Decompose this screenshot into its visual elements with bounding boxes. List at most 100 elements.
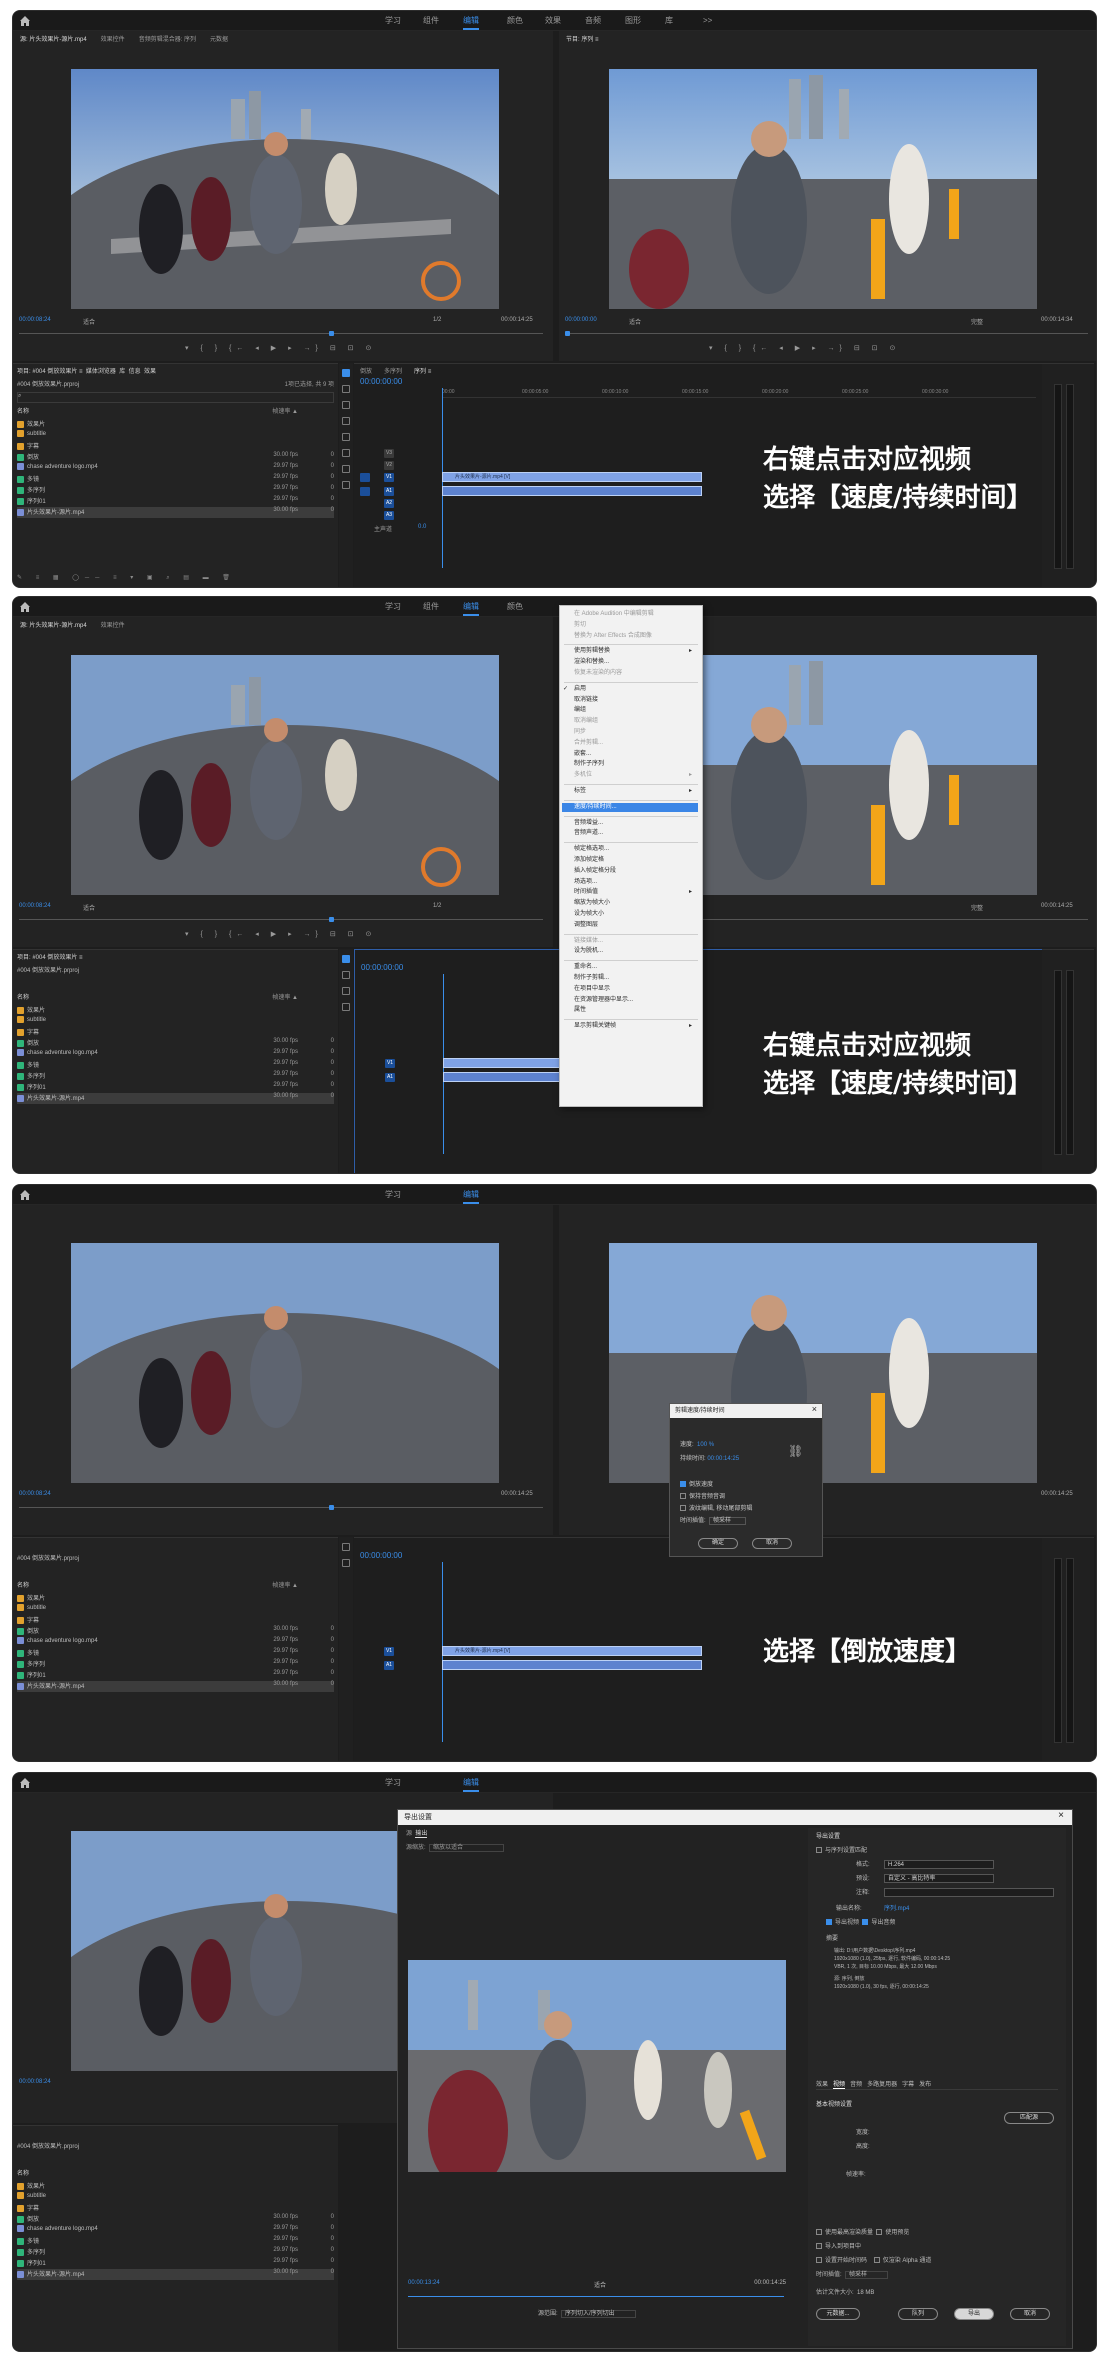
source-range-select[interactable]: 序列切入/序列切出: [561, 2310, 636, 2318]
project-list-item[interactable]: chase adventure logo.mp4 29.97 fps 0: [17, 1637, 334, 1648]
home-icon[interactable]: [19, 1189, 31, 1201]
col-frame-rate[interactable]: 帧速率 ▲: [272, 406, 298, 415]
format-select[interactable]: H.264: [884, 1860, 994, 1869]
tab-source[interactable]: 源: 片头效果片-源片.mp4: [13, 31, 94, 44]
source-ratio-select[interactable]: 1/2: [433, 317, 441, 323]
menu-item[interactable]: 取消链接: [574, 696, 698, 705]
menu-item[interactable]: 链接媒体...: [574, 937, 698, 946]
project-list-item[interactable]: chase adventure logo.mp4 29.97 fps 0: [17, 463, 334, 474]
menu-item[interactable]: 编组: [574, 706, 698, 715]
tab-info[interactable]: 信息: [129, 369, 141, 375]
col-name[interactable]: 名称: [17, 1583, 29, 1589]
tab-effects[interactable]: 效果: [816, 2082, 828, 2088]
match-sequence-checkbox[interactable]: [816, 1847, 822, 1854]
source-ratio-select[interactable]: 1/2: [433, 903, 441, 909]
reverse-speed-checkbox[interactable]: [680, 1481, 686, 1488]
source-fit-select[interactable]: 适合: [83, 903, 95, 912]
ws-tab-audio[interactable]: 音频: [585, 11, 601, 31]
ripple-edit-tool-icon[interactable]: [342, 401, 350, 409]
selection-tool-icon[interactable]: [342, 1543, 350, 1551]
tab-program[interactable]: 节目: 序列 ≡: [559, 31, 606, 44]
project-list-item[interactable]: subtitle: [17, 2192, 334, 2203]
track-v2-label[interactable]: V2: [384, 461, 394, 470]
speed-input[interactable]: 100 %: [697, 1442, 714, 1448]
tab-project[interactable]: 项目: #004 倒放效果片 ≡: [17, 369, 83, 375]
export-video-checkbox[interactable]: [826, 1919, 832, 1926]
menu-item[interactable]: 在 Adobe Audition 中编辑剪辑: [574, 610, 698, 619]
project-list-item[interactable]: 字幕: [17, 1027, 334, 1038]
project-list-item[interactable]: 序列01 29.97 fps 0: [17, 496, 334, 507]
pen-tool-icon[interactable]: [342, 449, 350, 457]
project-list-item[interactable]: 片头效果片-源片.mp4 30.00 fps 0: [17, 1093, 334, 1104]
ok-button[interactable]: 确定: [698, 1538, 738, 1549]
ws-tab-color[interactable]: 颜色: [507, 597, 523, 617]
menu-item[interactable]: 替换为 After Effects 合成图像: [574, 632, 698, 641]
project-list-item[interactable]: 倒放 30.00 fps 0: [17, 1626, 334, 1637]
menu-item[interactable]: 音频增益...: [574, 819, 698, 828]
program-fit-select[interactable]: 适合: [629, 317, 641, 326]
project-list-item[interactable]: chase adventure logo.mp4 29.97 fps 0: [17, 2225, 334, 2236]
project-list-item[interactable]: 字幕: [17, 2203, 334, 2214]
col-frame-rate[interactable]: 帧速率 ▲: [272, 992, 298, 1001]
hand-tool-icon[interactable]: [342, 465, 350, 473]
track-v1-label[interactable]: V1: [385, 1059, 395, 1068]
home-icon[interactable]: [19, 15, 31, 27]
max-render-quality-checkbox[interactable]: [816, 2229, 822, 2236]
project-list-item[interactable]: 片头效果片-源片.mp4 30.00 fps 0: [17, 1681, 334, 1692]
ws-tab-effects[interactable]: 效果: [545, 11, 561, 31]
col-name[interactable]: 名称: [17, 409, 29, 415]
menu-item[interactable]: 重命名...: [574, 963, 698, 972]
program-tc-in[interactable]: 00:00:00:00: [565, 317, 597, 323]
track-a1-label[interactable]: A1: [384, 1661, 394, 1670]
track-a1-label[interactable]: A1: [385, 1073, 395, 1082]
selection-tool-icon[interactable]: [342, 955, 350, 963]
ws-tab-learn[interactable]: 学习: [385, 1185, 401, 1205]
menu-item[interactable]: 设为帧大小: [574, 910, 698, 919]
import-project-row[interactable]: 导入到项目中: [816, 2242, 1058, 2252]
project-list-item[interactable]: 序列01 29.97 fps 0: [17, 1670, 334, 1681]
project-list-item[interactable]: 字幕: [17, 1615, 334, 1626]
ws-more-button[interactable]: >>: [703, 11, 712, 31]
tab-audio-mixer[interactable]: 音频剪辑混合器: 序列: [132, 31, 203, 44]
project-list-item[interactable]: 效果片: [17, 1593, 334, 1604]
comment-input[interactable]: [884, 1888, 1054, 1897]
ws-tab-graphics[interactable]: 图形: [625, 11, 641, 31]
tab-seq-main[interactable]: 序列 ≡: [408, 364, 437, 377]
razor-tool-icon[interactable]: [342, 987, 350, 995]
program-transport-controls[interactable]: ▾ { } {← ◂ ▶ ▸ →} ⊟ ⊡ ⊙: [709, 344, 900, 354]
source-tc-in[interactable]: 00:00:08:24: [19, 2079, 51, 2085]
project-list-item[interactable]: 多序列 29.97 fps 0: [17, 1659, 334, 1670]
preset-select[interactable]: 自定义 - 高比特率: [884, 1874, 994, 1883]
project-list-item[interactable]: chase adventure logo.mp4 29.97 fps 0: [17, 1049, 334, 1060]
track-v1-label[interactable]: V1: [384, 1647, 394, 1656]
project-list-item[interactable]: 多镜 29.97 fps 0: [17, 1648, 334, 1659]
menu-item[interactable]: 多机位 ▸: [574, 771, 698, 780]
track-select-tool-icon[interactable]: [342, 385, 350, 393]
menu-item[interactable]: 音频声道...: [574, 829, 698, 838]
cancel-button[interactable]: 取消: [1010, 2308, 1050, 2320]
menu-item[interactable]: 场选项...: [574, 878, 698, 887]
source-fit-select[interactable]: 适合: [83, 317, 95, 326]
track-a2-label[interactable]: A2: [384, 499, 394, 508]
tab-video[interactable]: 视频: [833, 2082, 846, 2089]
ws-tab-editing[interactable]: 编辑: [463, 1773, 479, 1793]
export-scrub-bar[interactable]: [408, 2296, 784, 2297]
ripple-edit-tool-icon[interactable]: [342, 971, 350, 979]
output-name-link[interactable]: 序列.mp4: [884, 1904, 909, 1914]
export-button[interactable]: 导出: [954, 2308, 994, 2320]
menu-item[interactable]: 合并剪辑...: [574, 739, 698, 748]
source-tc-in[interactable]: 00:00:08:24: [19, 1491, 51, 1497]
tab-effect-controls[interactable]: 效果控件: [94, 617, 132, 630]
project-list-item[interactable]: 片头效果片-源片.mp4 30.00 fps 0: [17, 2269, 334, 2280]
audio-clip[interactable]: [442, 1660, 702, 1670]
timeline-timecode[interactable]: 00:00:00:00: [360, 1551, 402, 1560]
video-clip[interactable]: 片头效果片-源片.mp4 [V]: [442, 472, 702, 482]
tab-media-browser[interactable]: 媒体浏览器: [86, 369, 116, 375]
project-list-item[interactable]: 效果片: [17, 2181, 334, 2192]
project-list-item[interactable]: 倒放 30.00 fps 0: [17, 2214, 334, 2225]
tab-libraries[interactable]: 库: [119, 369, 125, 375]
tab-source[interactable]: 源: 片头效果片-源片.mp4: [13, 617, 94, 630]
col-name[interactable]: 名称: [17, 2171, 29, 2177]
pen-tool-icon[interactable]: [342, 1003, 350, 1011]
video-clip[interactable]: 片头效果片-源片.mp4 [V]: [442, 1646, 702, 1656]
